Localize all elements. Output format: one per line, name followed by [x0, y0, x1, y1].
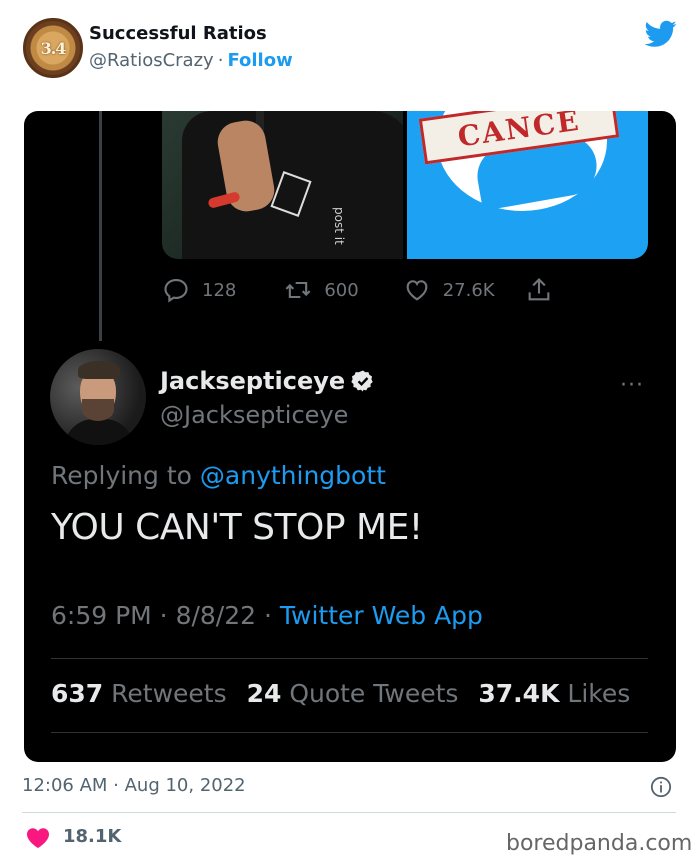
- share-icon: [528, 278, 549, 301]
- divider: [51, 658, 648, 659]
- likes-stat[interactable]: 37.4K Likes: [478, 679, 630, 708]
- likes-label: Likes: [567, 679, 631, 708]
- retweets-label: Retweets: [111, 679, 227, 708]
- avatar-body-shape: [64, 419, 134, 445]
- retweets-stat[interactable]: 637 Retweets: [51, 679, 227, 708]
- retweet-action[interactable]: 600: [284, 276, 359, 304]
- avatar-hair-shape: [78, 361, 120, 379]
- prev-tweet-actions: 128 600 27.6K: [162, 276, 553, 304]
- like-count: 27.6K: [442, 279, 495, 301]
- media-photo-cancel-logo[interactable]: CANCE: [407, 111, 648, 259]
- retweet-count: 600: [324, 279, 359, 301]
- divider: [22, 812, 676, 813]
- account-display-name[interactable]: Successful Ratios: [89, 23, 267, 44]
- tweet-stats: 637 Retweets 24 Quote Tweets 37.4K Likes: [51, 679, 642, 708]
- replying-mention-link[interactable]: @anythingbott: [200, 461, 386, 490]
- like-action[interactable]: 27.6K: [403, 276, 495, 304]
- heart-outline-icon: [406, 280, 428, 301]
- twitter-bird-icon[interactable]: [645, 20, 677, 48]
- quotes-label: Quote Tweets: [289, 679, 459, 708]
- reply-count: 128: [202, 279, 237, 301]
- media-grid[interactable]: post it CANCE: [162, 111, 648, 259]
- heart-icon[interactable]: [26, 827, 50, 849]
- author-name-row[interactable]: Jacksepticeye: [160, 367, 375, 395]
- retweet-icon: [285, 281, 311, 299]
- avatar-text: 3.4: [40, 38, 67, 58]
- tweet-source-app[interactable]: Twitter Web App: [280, 601, 483, 630]
- quote-tweets-stat[interactable]: 24 Quote Tweets: [247, 679, 459, 708]
- quotes-count: 24: [246, 679, 282, 708]
- author-display-name[interactable]: Jacksepticeye: [160, 367, 345, 395]
- tweet-text: YOU CAN'T STOP ME!: [51, 507, 423, 548]
- separator-dot: ·: [217, 50, 224, 71]
- account-avatar[interactable]: 3.4: [23, 18, 83, 78]
- outer-like-count[interactable]: 18.1K: [63, 826, 121, 847]
- reply-icon: [164, 279, 188, 303]
- outer-timestamp[interactable]: 12:06 AM · Aug 10, 2022: [22, 775, 246, 796]
- replying-prefix: Replying to: [51, 461, 192, 490]
- author-avatar[interactable]: [50, 349, 146, 445]
- share-action[interactable]: [525, 276, 553, 304]
- verified-badge-icon: [351, 370, 373, 392]
- embedded-tweet-screenshot: post it CANCE 128 600 27.6K Jacksepticey…: [24, 111, 676, 762]
- tweet-timestamp[interactable]: 6:59 PM · 8/8/22 ·: [51, 601, 272, 630]
- media-photo-person[interactable]: post it: [162, 111, 403, 259]
- author-handle[interactable]: @Jacksepticeye: [160, 401, 348, 429]
- shirt-print-text: post it: [332, 207, 346, 245]
- reply-action[interactable]: 128: [162, 276, 236, 304]
- account-handle[interactable]: @RatiosCrazy: [89, 50, 214, 71]
- more-options-icon[interactable]: ···: [620, 373, 644, 398]
- replying-to-line: Replying to @anythingbott: [51, 461, 386, 490]
- account-handle-row: @RatiosCrazy · Follow: [89, 50, 293, 71]
- likes-count: 37.4K: [478, 679, 560, 708]
- retweets-count: 637: [51, 679, 104, 708]
- follow-button[interactable]: Follow: [227, 50, 292, 71]
- avatar-beard-shape: [82, 399, 114, 421]
- tweet-meta: 6:59 PM · 8/8/22 · Twitter Web App: [51, 601, 483, 630]
- divider: [51, 732, 648, 733]
- info-icon[interactable]: [650, 776, 672, 798]
- thread-line: [99, 111, 102, 341]
- boredpanda-watermark: boredpanda.com: [506, 831, 693, 856]
